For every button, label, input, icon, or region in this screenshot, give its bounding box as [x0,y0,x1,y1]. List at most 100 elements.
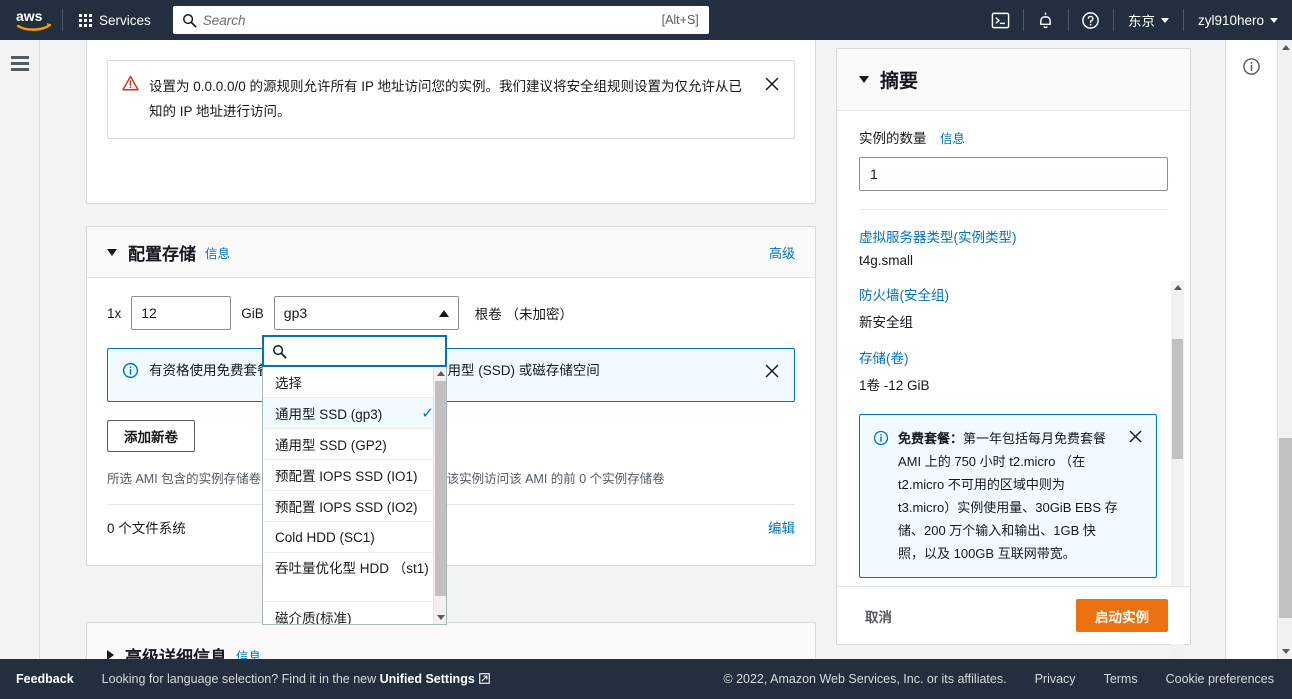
nav-right-group: 东京 zyl910hero [979,0,1292,40]
top-navigation-bar: aws Services [Alt+S] [0,0,1292,40]
dropdown-option[interactable]: 磁介质(标准) [263,602,446,624]
hamburger-menu-icon[interactable] [10,56,29,71]
allow-http-description: 设置端点，例如在创建 Web 服务器时 [130,40,795,42]
info-circle-icon [873,430,889,446]
collapse-toggle-icon[interactable] [859,76,869,83]
summary-item: 虚拟服务器类型(实例类型) t4g.small [859,226,1168,268]
dropdown-option-label: 预配置 IOPS SSD (IO2) [275,500,418,515]
instance-count-input[interactable] [859,157,1168,191]
aws-logo-icon[interactable]: aws [0,0,58,40]
instance-count-label-row: 实例的数量 信息 [859,127,1168,148]
cloudshell-icon [992,12,1010,28]
dropdown-option[interactable]: 预配置 IOPS SSD (IO1) [263,460,446,491]
cloudshell-button[interactable] [979,0,1023,40]
dropdown-search-box[interactable] [262,335,475,367]
language-notice-prefix: Looking for language selection? Find it … [101,671,380,686]
svg-text:aws: aws [16,8,43,24]
collapse-toggle-icon[interactable] [107,248,117,256]
scroll-up-arrow-icon[interactable] [434,367,446,380]
free-tier-storage-text: 有资格使用免费套餐的客户最多可获得 30GB 的通用型 (SSD) 或磁存储空间 [149,363,600,378]
volume-row: 1x GiB gp3 根卷 （未加密） [107,296,795,330]
info-circle-icon[interactable] [1242,56,1262,76]
help-button[interactable] [1069,0,1113,40]
account-menu[interactable]: zyl910hero [1184,0,1292,40]
cancel-button[interactable]: 取消 [859,605,898,627]
close-icon[interactable] [1128,429,1143,444]
scroll-up-arrow-icon[interactable] [1171,281,1184,294]
scrollbar-thumb[interactable] [1279,438,1292,618]
cookie-preferences-link[interactable]: Cookie preferences [1166,672,1274,686]
advanced-details-title: 高级详细信息 [125,647,227,660]
dropdown-option-label: 选择 [275,376,302,391]
volume-type-value: gp3 [283,305,308,321]
storage-info-link[interactable]: 信息 [205,243,230,262]
warning-triangle-icon [122,75,139,92]
configure-storage-title: 配置存储 [128,244,196,264]
services-label: Services [99,12,151,28]
search-icon [272,344,287,359]
dropdown-option[interactable]: 预配置 IOPS SSD (IO2) [263,491,446,522]
volume-type-select[interactable]: gp3 [273,296,459,330]
language-notice: Looking for language selection? Find it … [102,672,490,687]
bell-icon [1040,11,1052,28]
feedback-link[interactable]: Feedback [16,672,74,686]
volume-size-unit: GiB [241,305,264,321]
instance-count-label: 实例的数量 [859,131,927,146]
security-warning-alert: 设置为 0.0.0.0/0 的源规则允许所有 IP 地址访问您的实例。我们建议将… [107,60,795,139]
region-label: 东京 [1127,14,1155,29]
summary-item-value: t4g.small [859,253,914,268]
account-label: zyl910hero [1197,12,1264,28]
dropdown-option-list[interactable]: 选择 通用型 SSD (gp3) ✓ 通用型 SSD (GP2) 预配置 IOP… [262,367,447,625]
scroll-down-arrow-icon[interactable] [1278,644,1292,659]
filesystem-edit-link[interactable]: 编辑 [768,517,795,537]
network-settings-card-tail: 允许来自互联网的 HTTP 流量 设置端点，例如在创建 Web 服务器时 设置为… [86,40,816,204]
dropdown-option[interactable]: 通用型 SSD (gp3) ✓ [263,398,446,429]
close-icon[interactable] [764,363,780,379]
dropdown-option[interactable]: 吞吐量优化型 HDD （st1) [263,553,446,602]
scrollbar-thumb[interactable] [1172,339,1183,459]
dropdown-option-label: Cold HDD (SC1) [275,529,375,545]
summary-body: 实例的数量 信息 虚拟服务器类型(实例类型) t4g.small 防火墙(安全组… [837,111,1190,659]
dropdown-option[interactable]: 选择 [263,367,446,398]
dropdown-option[interactable]: 通用型 SSD (GP2) [263,429,446,460]
advanced-details-info-link[interactable]: 信息 [236,646,261,660]
region-selector[interactable]: 东京 [1114,0,1183,40]
dropdown-search-input[interactable] [294,342,475,360]
page-footer: Feedback Looking for language selection?… [0,659,1292,699]
filesystem-count: 0 个文件系统 [107,521,186,536]
storage-advanced-link[interactable]: 高级 [769,243,795,262]
terms-link[interactable]: Terms [1104,672,1138,686]
grid-icon [79,13,92,27]
page-scrollbar[interactable] [1277,40,1292,659]
close-icon[interactable] [764,76,780,92]
dropdown-option-label: 预配置 IOPS SSD (IO1) [275,469,418,484]
expand-toggle-icon[interactable] [107,650,114,659]
add-volume-button[interactable]: 添加新卷 [107,420,195,452]
global-search-box[interactable]: [Alt+S] [172,6,709,34]
volume-size-input[interactable] [131,296,232,330]
unified-settings-link[interactable]: Unified Settings [380,672,475,686]
advanced-details-card: 高级详细信息 信息 [86,622,816,659]
summary-item-value: 新安全组 [859,315,913,330]
configure-storage-card: 配置存储 信息 高级 1x GiB gp3 根卷 （未加密） [86,226,816,566]
scroll-down-arrow-icon[interactable] [434,611,446,624]
external-link-icon [478,672,490,687]
summary-item-key[interactable]: 存储(卷) [859,347,1168,367]
configure-storage-header: 配置存储 信息 高级 [87,227,815,278]
free-tier-notice-body: 第一年包括每月免费套餐 AMI 上的 750 小时 t2.micro （在 t2… [898,431,1118,561]
privacy-link[interactable]: Privacy [1035,672,1076,686]
summary-item-key[interactable]: 虚拟服务器类型(实例类型) [859,226,1168,246]
services-menu-button[interactable]: Services [67,0,163,40]
instance-count-info-link[interactable]: 信息 [940,132,965,146]
search-input[interactable] [202,12,662,28]
notifications-button[interactable] [1024,0,1068,40]
dropdown-option[interactable]: Cold HDD (SC1) [263,522,446,553]
configure-storage-body: 1x GiB gp3 根卷 （未加密） [87,278,815,549]
scrollbar-thumb[interactable] [435,381,446,596]
dropdown-option-label: 吞吐量优化型 HDD （st1) [275,561,429,576]
summary-item-key[interactable]: 防火墙(安全组) [859,284,1168,304]
scroll-up-arrow-icon[interactable] [1278,40,1292,55]
launch-instance-button[interactable]: 启动实例 [1076,599,1168,632]
summary-title: 摘要 [880,71,919,92]
dropdown-scrollbar[interactable] [433,367,446,624]
